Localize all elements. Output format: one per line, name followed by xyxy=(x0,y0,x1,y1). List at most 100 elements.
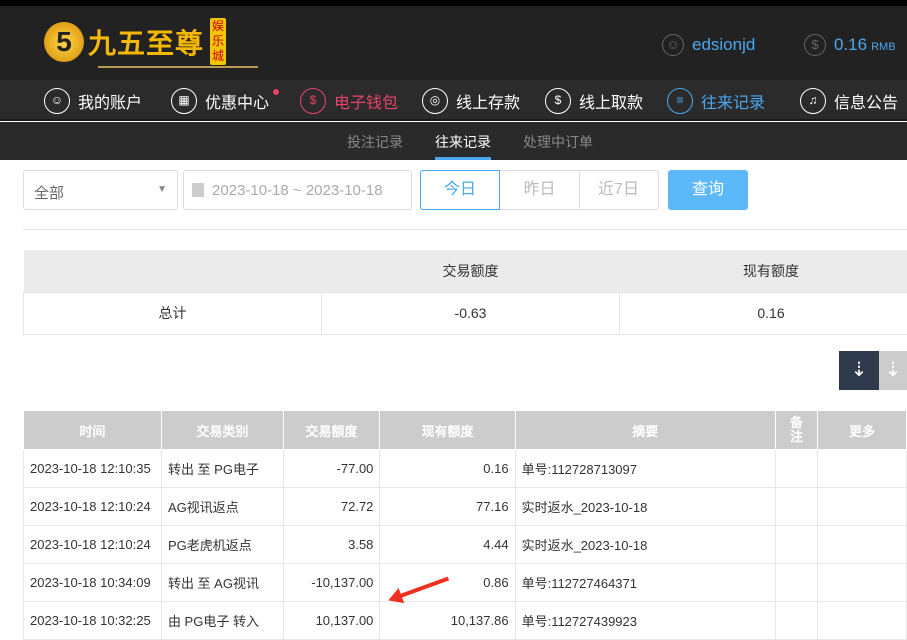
tab-bet-records[interactable]: 投注记录 xyxy=(347,132,403,152)
table-cell: 0.16 xyxy=(380,450,515,488)
table-cell: 2023-10-18 10:34:09 xyxy=(24,564,162,602)
summary-header: 交易额度 xyxy=(322,250,620,292)
records-icon: ≡ xyxy=(667,88,693,114)
table-cell: 72.72 xyxy=(283,488,380,526)
table-cell: AG视讯返点 xyxy=(161,488,283,526)
table-cell: 单号:112727464371 xyxy=(515,564,775,602)
nav-withdraw[interactable]: $ 线上取款 xyxy=(545,88,643,114)
username: edsionjd xyxy=(692,35,755,55)
sort-desc-icon[interactable]: ⇣ xyxy=(839,351,879,390)
user-icon: ☺ xyxy=(44,88,70,114)
column-header: 现有额度 xyxy=(380,411,515,450)
currency: RMB xyxy=(871,41,895,53)
summary-header: 现有额度 xyxy=(620,250,907,292)
table-row: 2023-10-18 12:10:35转出 至 PG电子-77.000.16单号… xyxy=(24,450,907,488)
table-cell xyxy=(817,602,906,640)
nav-label: 线上取款 xyxy=(579,89,643,113)
nav-label: 优惠中心 xyxy=(205,89,269,113)
column-header: 备注 xyxy=(776,411,818,450)
table-cell xyxy=(817,526,906,564)
table-cell xyxy=(776,450,818,488)
nav-label: 电子钱包 xyxy=(334,89,398,113)
table-cell: 单号:112727439923 xyxy=(515,602,775,640)
table-cell: 转出 至 AG视讯 xyxy=(161,564,283,602)
table-cell: 2023-10-18 12:10:24 xyxy=(24,526,162,564)
nav-label: 信息公告 xyxy=(834,89,898,113)
table-cell: 2023-10-18 12:10:35 xyxy=(24,450,162,488)
table-cell: 转出 至 PG电子 xyxy=(161,450,283,488)
table-cell: 2023-10-18 10:32:25 xyxy=(24,602,162,640)
gift-icon: ▦ xyxy=(171,88,197,114)
column-header: 摘要 xyxy=(515,411,775,450)
table-cell xyxy=(776,526,818,564)
table-row: 2023-10-18 10:32:25由 PG电子 转入10,137.0010,… xyxy=(24,602,907,640)
logo-text: 九五至尊 xyxy=(88,22,204,62)
table-cell: 4.44 xyxy=(380,526,515,564)
nav-label: 线上存款 xyxy=(456,89,520,113)
column-header: 交易额度 xyxy=(283,411,380,450)
table-cell: 10,137.86 xyxy=(380,602,515,640)
user-info[interactable]: ☺ edsionjd xyxy=(662,34,755,56)
nav-my-account[interactable]: ☺我的账户 xyxy=(44,88,142,114)
main-nav: ☺我的账户 ▦ 优惠中心 $电子钱包 ◎ 线上存款 $ 线上取款 ≡ 往来记录 ♫ 信息公… xyxy=(0,80,907,121)
summary-amount: -0.63 xyxy=(322,292,620,334)
table-cell: PG老虎机返点 xyxy=(161,526,283,564)
sub-nav: 投注记录 往来记录 处理中订单 xyxy=(0,122,907,160)
caret-down-icon: ▼ xyxy=(157,184,167,195)
tab-pending-orders[interactable]: 处理中订单 xyxy=(523,132,593,152)
logo[interactable]: 5 九五至尊 娱乐城 xyxy=(44,18,226,65)
divider xyxy=(23,229,907,230)
records-table: 时间交易类别交易额度现有额度摘要备注更多 2023-10-18 12:10:35… xyxy=(23,410,907,640)
tab-transaction-records[interactable]: 往来记录 xyxy=(435,132,491,152)
withdraw-icon: $ xyxy=(545,88,571,114)
table-cell: 实时返水_2023-10-18 xyxy=(515,488,775,526)
nav-promotions[interactable]: ▦ 优惠中心 xyxy=(171,88,269,114)
table-cell: 由 PG电子 转入 xyxy=(161,602,283,640)
yesterday-button[interactable]: 昨日 xyxy=(500,170,580,210)
table-cell: 10,137.00 xyxy=(283,602,380,640)
logo-badge: 娱乐城 xyxy=(210,18,226,65)
table-cell: 单号:112728713097 xyxy=(515,450,775,488)
type-select[interactable]: 全部 ▼ xyxy=(23,170,178,210)
summary-balance: 0.16 xyxy=(620,292,907,334)
sort-asc-icon[interactable]: ⇣ xyxy=(879,351,907,390)
date-range-value: 2023-10-18 ~ 2023-10-18 xyxy=(212,182,383,199)
today-button[interactable]: 今日 xyxy=(420,170,500,210)
table-cell xyxy=(817,488,906,526)
nav-deposit[interactable]: ◎ 线上存款 xyxy=(422,88,520,114)
table-cell: 2023-10-18 12:10:24 xyxy=(24,488,162,526)
summary-table: 交易额度现有额度 总计-0.630.16 xyxy=(23,250,907,335)
table-row: 2023-10-18 12:10:24AG视讯返点72.7277.16实时返水_… xyxy=(24,488,907,526)
column-header: 交易类别 xyxy=(161,411,283,450)
table-cell: -77.00 xyxy=(283,450,380,488)
column-header: 时间 xyxy=(24,411,162,450)
table-cell xyxy=(776,564,818,602)
nav-announcements[interactable]: ♫ 信息公告 xyxy=(800,88,898,114)
table-cell: 3.58 xyxy=(283,526,380,564)
table-row: 2023-10-18 10:34:09转出 至 AG视讯-10,137.000.… xyxy=(24,564,907,602)
table-cell xyxy=(776,488,818,526)
table-cell xyxy=(776,602,818,640)
table-cell: 77.16 xyxy=(380,488,515,526)
table-cell: -10,137.00 xyxy=(283,564,380,602)
balance-info: $0.16 RMB xyxy=(804,34,896,56)
calendar-icon xyxy=(192,183,204,197)
type-select-value: 全部 xyxy=(34,185,64,202)
notification-dot xyxy=(273,89,279,95)
nav-e-wallet[interactable]: $电子钱包 xyxy=(300,88,398,114)
dollar-icon: $ xyxy=(804,34,826,56)
balance: 0.16 xyxy=(834,35,867,55)
query-button[interactable]: 查询 xyxy=(668,170,748,210)
nav-records[interactable]: ≡ 往来记录 xyxy=(667,88,765,114)
last-7-days-button[interactable]: 近7日 xyxy=(579,170,659,210)
bell-icon: ♫ xyxy=(800,88,826,114)
logo-ornament xyxy=(98,66,258,68)
column-header: 更多 xyxy=(817,411,906,450)
table-cell xyxy=(817,564,906,602)
deposit-icon: ◎ xyxy=(422,88,448,114)
summary-label: 总计 xyxy=(24,292,322,334)
date-range-input[interactable]: 2023-10-18 ~ 2023-10-18 xyxy=(183,170,412,210)
logo-mark: 5 xyxy=(44,22,84,62)
nav-label: 往来记录 xyxy=(701,89,765,113)
user-icon: ☺ xyxy=(662,34,684,56)
